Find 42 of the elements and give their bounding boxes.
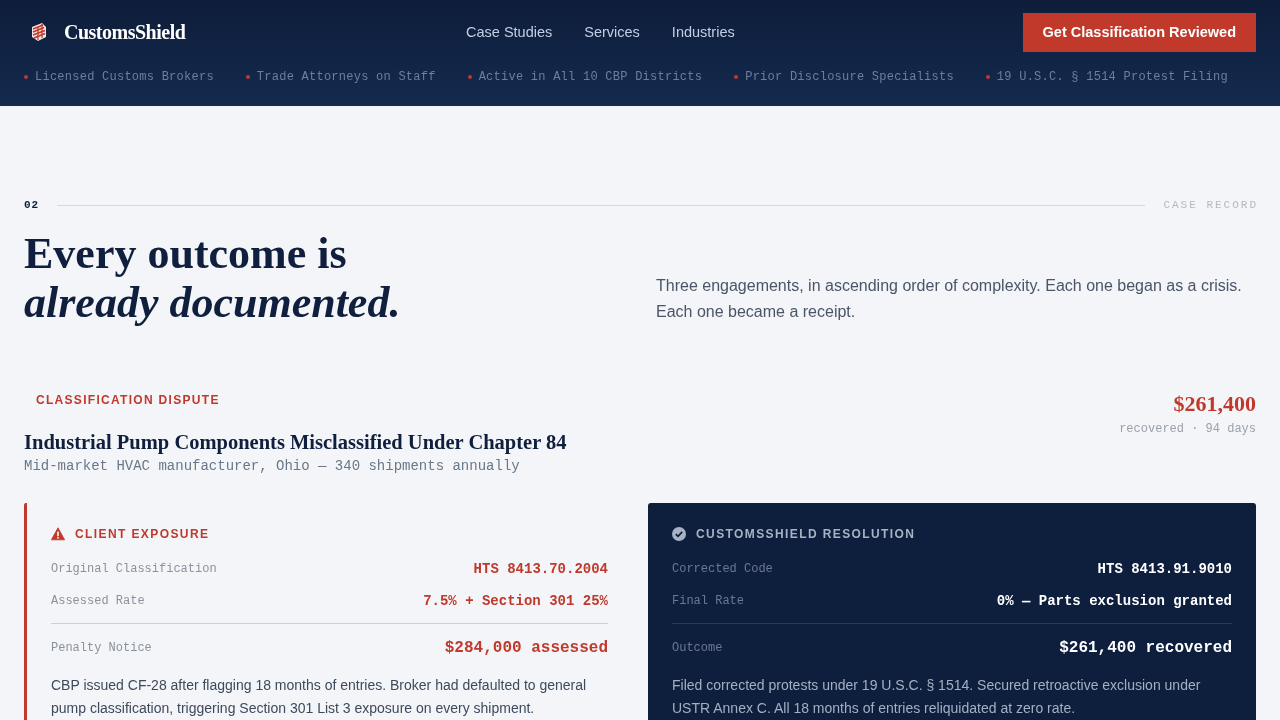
- row-label: Original Classification: [51, 562, 217, 576]
- case-subtitle: Mid-market HVAC manufacturer, Ohio — 340 shipments annually: [24, 457, 521, 476]
- trust-item: 19 U.S.C. § 1514 Protest Filing: [996, 70, 1228, 84]
- section-label: CASE RECORD: [1163, 199, 1258, 211]
- bullet-dot-icon: [734, 75, 739, 79]
- panel-title: CUSTOMSSHIELD RESOLUTION: [696, 527, 916, 541]
- row-label: Final Rate: [672, 594, 744, 608]
- bullet-dot-icon: [985, 75, 990, 79]
- intro-text: Three engagements, in ascending order of complexity. Each one began as a crisis. Each one became a receipt.: [656, 276, 1243, 322]
- row-label: Corrected Code: [672, 562, 773, 576]
- row-value: 0% — Parts exclusion granted: [996, 593, 1232, 609]
- section-heading: Every outcome is already documented.: [24, 229, 402, 327]
- nav-link[interactable]: Industries: [671, 24, 735, 40]
- trust-item: Active in All 10 CBP Districts: [478, 70, 703, 84]
- case-title: Industrial Pump Components Misclassified Under Chapter 84: [24, 430, 567, 455]
- trust-item: Prior Disclosure Specialists: [745, 70, 954, 84]
- recovered-amount: $261,400: [1173, 390, 1256, 418]
- row-label: Assessed Rate: [51, 594, 145, 608]
- row-value: HTS 8413.70.2004: [473, 561, 608, 577]
- nav-link[interactable]: Case Studies: [466, 24, 553, 40]
- category-tag: CLASSIFICATION DISPUTE: [24, 390, 232, 410]
- amount-note: recovered · 94 days: [1119, 421, 1256, 437]
- panel-title: CLIENT EXPOSURE: [75, 527, 210, 541]
- row-label: Outcome: [672, 641, 723, 655]
- total-value: $261,400 recovered: [1059, 639, 1232, 657]
- row-value: 7.5% + Section 301 25%: [423, 593, 608, 609]
- trust-item: Licensed Customs Brokers: [35, 70, 214, 84]
- trust-item: Trade Attorneys on Staff: [256, 70, 436, 84]
- row-value: HTS 8413.91.9010: [1097, 561, 1232, 577]
- total-value: $284,000 assessed: [444, 639, 608, 657]
- section-number: 02: [24, 199, 40, 211]
- nav-link[interactable]: Services: [584, 24, 640, 40]
- bullet-dot-icon: [467, 75, 472, 79]
- check-circle-icon: [672, 527, 686, 541]
- bullet-dot-icon: [24, 75, 28, 79]
- panel-note: CBP issued CF-28 after flagging 18 months of entries. Broker had defaulted to general pump classification, triggering Section 301 List 3 exposure on every shipment.: [51, 676, 588, 718]
- cta-button[interactable]: Get Classification Reviewed: [1022, 12, 1256, 52]
- row-label: Penalty Notice: [51, 641, 152, 655]
- brand-name[interactable]: CustomsShield: [64, 20, 186, 44]
- warning-icon: [51, 527, 65, 541]
- panel-note: Filed corrected protests under 19 U.S.C. § 1514. Secured retroactive exclusion under USTR Annex C. All 18 months of entries reliquidated at zero rate.: [672, 676, 1202, 718]
- bullet-dot-icon: [245, 75, 250, 79]
